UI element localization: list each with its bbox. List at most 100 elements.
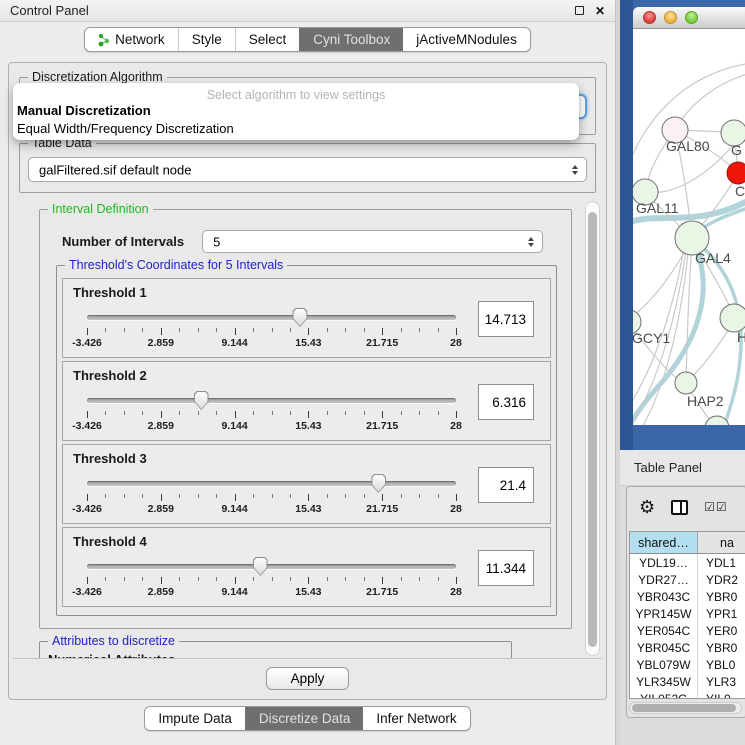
scale-tick-label: 15.43 <box>295 337 321 349</box>
scale-tick-label: 28 <box>450 586 462 598</box>
interval-definition-fieldset: Interval Definition Number of Intervals … <box>39 209 572 629</box>
minimize-traffic-light-icon[interactable] <box>664 11 677 24</box>
scale-tick <box>290 577 291 581</box>
table-column-header[interactable]: na <box>698 532 745 553</box>
gear-icon[interactable]: ⚙ <box>639 498 655 516</box>
scale-tick-label: 21.715 <box>366 337 398 349</box>
scale-tick <box>216 411 217 415</box>
apply-button[interactable]: Apply <box>266 667 350 690</box>
scale-tick <box>105 494 106 498</box>
dropdown-option[interactable]: Equal Width/Frequency Discretization <box>13 120 579 138</box>
settings-scroll-area: Interval Definition Number of Intervals … <box>13 199 602 659</box>
tab-label: Network <box>115 32 165 47</box>
table-row[interactable]: YER054CYER0 <box>630 622 745 639</box>
bottom-tab-impute-data[interactable]: Impute Data <box>145 707 245 730</box>
scale-tick <box>419 411 420 415</box>
number-of-intervals-value: 5 <box>213 234 220 249</box>
discretize-settings-panel: Discretization Algorithm Select algorith… <box>8 62 607 700</box>
table-cell: YIL0 <box>698 690 745 699</box>
table-horizontal-scrollbar[interactable] <box>629 702 742 714</box>
threshold-slider[interactable]: -3.4262.8599.14415.4321.71528 <box>87 477 456 521</box>
tab-network[interactable]: Network <box>85 28 178 51</box>
table-column-header[interactable]: shared… <box>630 532 698 553</box>
scale-tick-label: 21.715 <box>366 586 398 598</box>
table-row[interactable]: YDR27…YDR2 <box>630 571 745 588</box>
scale-tick <box>216 328 217 332</box>
scale-tick <box>87 577 88 584</box>
control-panel: Control Panel ✕ Network StyleSelectCyni T… <box>0 0 616 745</box>
threshold-label: Threshold 1 <box>73 285 147 300</box>
scale-tick <box>105 328 106 332</box>
threshold-slider[interactable]: -3.4262.8599.14415.4321.71528 <box>87 311 456 355</box>
tab-cyni-toolbox[interactable]: Cyni Toolbox <box>299 28 403 51</box>
network-node-hap2[interactable] <box>675 372 697 394</box>
threshold-value-field[interactable] <box>478 467 534 503</box>
tab-label: jActiveMNodules <box>416 32 517 47</box>
network-node-c[interactable] <box>727 162 745 184</box>
slider-thumb[interactable] <box>292 308 307 327</box>
network-window-titlebar <box>633 7 745 29</box>
scale-tick <box>142 328 143 332</box>
columns-icon[interactable] <box>671 500 688 515</box>
panel-title: Control Panel <box>10 3 89 18</box>
scale-tick <box>290 411 291 415</box>
tab-select[interactable]: Select <box>235 28 300 51</box>
scale-tick <box>364 494 365 498</box>
settings-vertical-scrollbar[interactable] <box>585 201 600 656</box>
table-row[interactable]: YPR145WYPR1 <box>630 605 745 622</box>
slider-thumb[interactable] <box>194 391 209 410</box>
table-cell: YLR3 <box>698 673 745 690</box>
threshold-value-field[interactable] <box>478 301 534 337</box>
table-row[interactable]: YIL052CYIL0 <box>630 690 745 699</box>
table-row[interactable]: YLR345WYLR3 <box>630 673 745 690</box>
scale-tick <box>179 328 180 332</box>
bottom-tab-discretize-data[interactable]: Discretize Data <box>245 707 364 730</box>
scale-tick-label: 2.859 <box>148 337 174 349</box>
table-row[interactable]: YDL19…YDL1 <box>630 554 745 571</box>
threshold-value-field[interactable] <box>478 550 534 586</box>
table-cell: YBL0 <box>698 656 745 673</box>
scale-tick <box>216 577 217 581</box>
dropdown-option[interactable]: Manual Discretization <box>13 102 579 120</box>
scale-tick <box>235 328 236 335</box>
slider-thumb[interactable] <box>253 557 268 576</box>
threshold-slider[interactable]: -3.4262.8599.14415.4321.71528 <box>87 394 456 438</box>
scale-tick <box>87 328 88 335</box>
threshold-value-field[interactable] <box>478 384 534 420</box>
network-canvas[interactable]: GAL80GCGAL11GAL4GCY1HHAP2 <box>633 29 745 425</box>
close-icon[interactable]: ✕ <box>595 5 605 17</box>
scale-tick-label: 2.859 <box>148 420 174 432</box>
combo-spinner-icon <box>528 237 534 247</box>
number-of-intervals-combobox[interactable]: 5 <box>202 230 543 253</box>
node-table: shared…na YDL19…YDL1YDR27…YDR2YBR043CYBR… <box>629 531 745 699</box>
checkboxes-icon[interactable]: ☑☑ <box>704 500 728 514</box>
scale-tick <box>401 494 402 498</box>
network-window: GAL80GCGAL11GAL4GCY1HHAP2 <box>633 7 745 425</box>
scale-tick <box>308 577 309 584</box>
scale-tick <box>327 328 328 332</box>
scale-tick-label: 21.715 <box>366 420 398 432</box>
close-traffic-light-icon[interactable] <box>643 11 656 24</box>
scale-tick-label: 9.144 <box>221 337 247 349</box>
tab-style[interactable]: Style <box>178 28 235 51</box>
scale-tick <box>419 577 420 581</box>
network-node-h[interactable] <box>720 304 745 332</box>
scale-tick <box>382 494 383 501</box>
table-cell: YER0 <box>698 622 745 639</box>
slider-thumb[interactable] <box>371 474 386 493</box>
table-row[interactable]: YBL079WYBL0 <box>630 656 745 673</box>
threshold-slider[interactable]: -3.4262.8599.14415.4321.71528 <box>87 560 456 604</box>
zoom-traffic-light-icon[interactable] <box>685 11 698 24</box>
bottom-tab-infer-network[interactable]: Infer Network <box>363 707 469 730</box>
float-window-icon[interactable] <box>575 6 584 15</box>
slider-track <box>87 481 456 486</box>
tab-jactivemnodules[interactable]: jActiveMNodules <box>403 28 530 51</box>
network-node-label: GCY1 <box>633 330 670 346</box>
scale-tick <box>87 494 88 501</box>
scale-tick <box>198 328 199 332</box>
scale-tick-label: 9.144 <box>221 420 247 432</box>
table-row[interactable]: YBR045CYBR0 <box>630 639 745 656</box>
table-row[interactable]: YBR043CYBR0 <box>630 588 745 605</box>
table-data-combobox[interactable]: galFiltered.sif default node <box>28 157 587 182</box>
table-cell: YDL19… <box>630 554 698 571</box>
